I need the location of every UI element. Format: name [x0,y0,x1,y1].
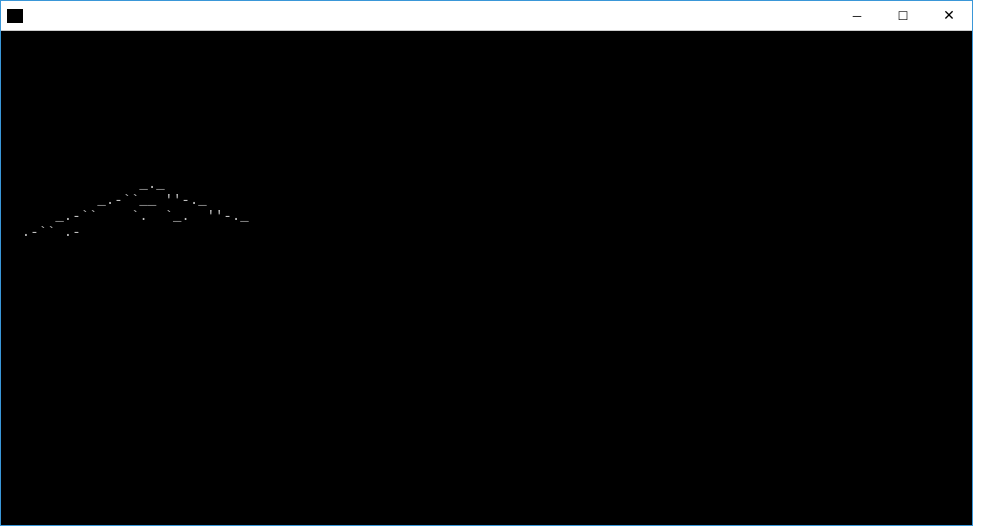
cmd-window: ─ ☐ ✕ _._ _.-``__ ''-._ _.-`` `. `_. ''-… [0,0,973,526]
close-button[interactable]: ✕ [926,1,972,30]
cmd-icon [7,9,23,23]
titlebar[interactable]: ─ ☐ ✕ [1,1,972,31]
maximize-button[interactable]: ☐ [880,1,926,30]
window-controls: ─ ☐ ✕ [834,1,972,30]
console-output[interactable]: _._ _.-``__ ''-._ _.-`` `. `_. ''-._ .-`… [1,31,972,525]
minimize-button[interactable]: ─ [834,1,880,30]
